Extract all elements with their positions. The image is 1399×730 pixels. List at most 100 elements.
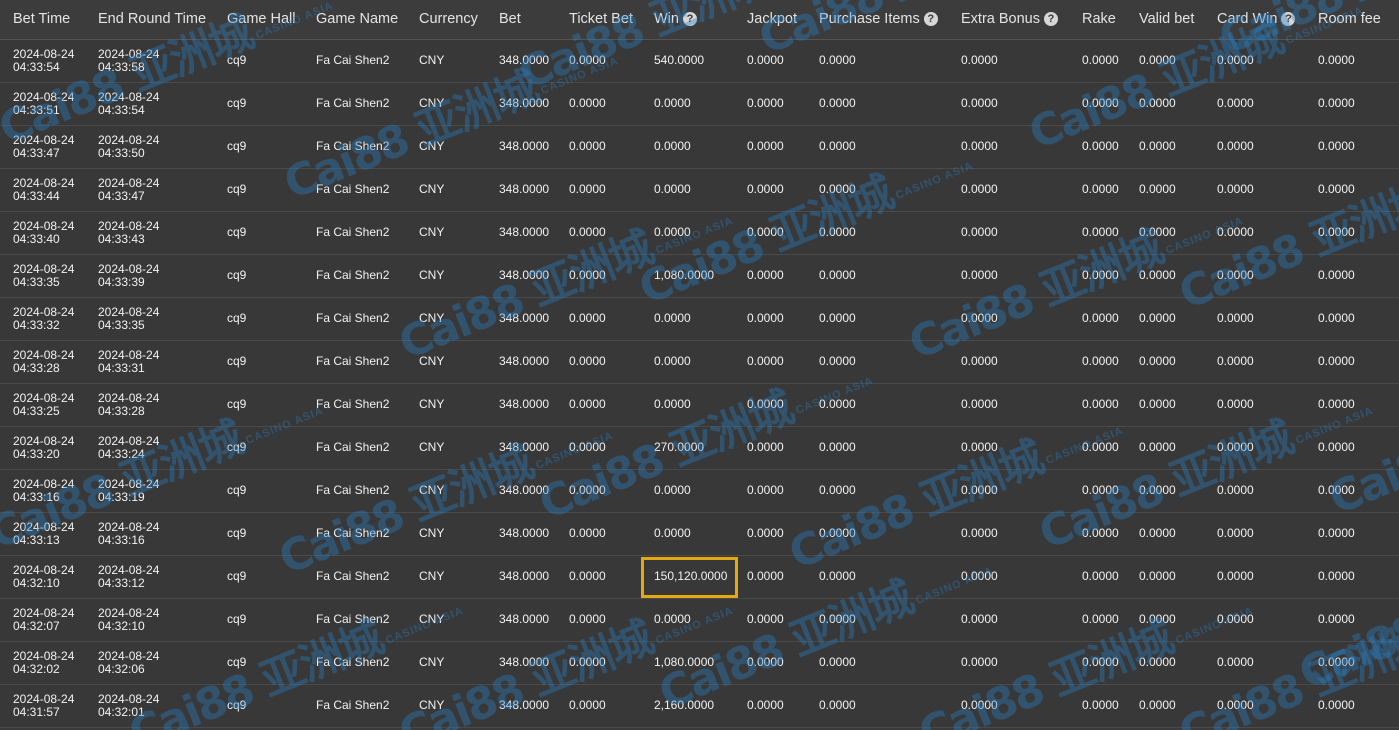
ticket-bet-cell: 0.0000 bbox=[556, 125, 641, 169]
room-fee-cell: 0.0000 bbox=[1305, 469, 1399, 513]
table-row[interactable]: 2024-08-24 04:33:47 2024-08-24 04:33:50 cq9 F… bbox=[0, 125, 1399, 169]
room-fee-cell: 0.0000 bbox=[1305, 555, 1399, 599]
ticket-bet-cell: 0.0000 bbox=[556, 297, 641, 341]
win-value: 150,120.0000 bbox=[654, 569, 728, 583]
table-row[interactable]: 2024-08-24 04:33:28 2024-08-24 04:33:31 cq9 F… bbox=[0, 340, 1399, 384]
date-text: 2024-08-24 bbox=[98, 89, 160, 104]
purchase-items-cell: 0.0000 bbox=[806, 598, 948, 642]
purchase-items-cell: 0.0000 bbox=[806, 82, 948, 126]
table-row[interactable]: 2024-08-24 04:33:40 2024-08-24 04:33:43 cq9 F… bbox=[0, 211, 1399, 255]
header-row: Bet Time End Round Time Game Hall Game Name… bbox=[0, 0, 1399, 40]
extra-bonus-cell: 0.0000 bbox=[948, 340, 1069, 384]
rake-cell: 0.0000 bbox=[1069, 211, 1126, 255]
win-cell: 540.0000 bbox=[641, 39, 734, 83]
table-row[interactable]: 2024-08-24 04:32:10 2024-08-24 04:33:12 cq9 F… bbox=[0, 555, 1399, 599]
card-win-cell: 0.0000 bbox=[1204, 426, 1305, 470]
column-header-game-hall[interactable]: Game Hall bbox=[214, 0, 303, 40]
table-row[interactable]: 2024-08-24 04:33:16 2024-08-24 04:33:19 cq9 F… bbox=[0, 469, 1399, 513]
column-header-win[interactable]: Win? bbox=[641, 0, 734, 40]
date-text: 2024-08-24 bbox=[98, 347, 160, 362]
bet-time-cell: 2024-08-24 04:33:20 bbox=[0, 426, 85, 470]
column-header-label: Bet bbox=[499, 11, 521, 28]
win-cell: 2,160.0000 bbox=[641, 684, 734, 728]
game-hall-cell: cq9 bbox=[214, 39, 303, 83]
column-header-bet[interactable]: Bet bbox=[486, 0, 556, 40]
column-header-valid-bet[interactable]: Valid bet bbox=[1126, 0, 1204, 40]
currency-cell: CNY bbox=[406, 555, 486, 599]
jackpot-cell: 0.0000 bbox=[734, 383, 806, 427]
rake-cell: 0.0000 bbox=[1069, 684, 1126, 728]
table-row[interactable]: 2024-08-24 04:31:57 2024-08-24 04:32:01 cq9 F… bbox=[0, 684, 1399, 728]
column-header-end-round-time[interactable]: End Round Time bbox=[85, 0, 214, 40]
room-fee-cell: 0.0000 bbox=[1305, 641, 1399, 685]
help-icon[interactable]: ? bbox=[1281, 12, 1296, 27]
column-header-label: Bet Time bbox=[13, 11, 71, 28]
column-header-label: Win bbox=[654, 11, 679, 28]
help-icon[interactable]: ? bbox=[1044, 12, 1058, 27]
rake-cell: 0.0000 bbox=[1069, 254, 1126, 298]
column-header-card-win[interactable]: Card Win? bbox=[1204, 0, 1305, 40]
column-header-room-fee[interactable]: Room fee bbox=[1305, 0, 1399, 40]
table-row[interactable]: 2024-08-24 04:33:20 2024-08-24 04:33:24 cq9 F… bbox=[0, 426, 1399, 470]
time-text: 04:33:16 bbox=[98, 532, 145, 547]
column-header-purchase-items[interactable]: Purchase Items? bbox=[806, 0, 948, 40]
bet-time-cell: 2024-08-24 04:33:16 bbox=[0, 469, 85, 513]
date-text: 2024-08-24 bbox=[98, 304, 160, 319]
end-round-time-cell: 2024-08-24 04:33:54 bbox=[85, 82, 214, 126]
win-cell: 1,080.0000 bbox=[641, 254, 734, 298]
table-row[interactable]: 2024-08-24 04:33:51 2024-08-24 04:33:54 cq9 F… bbox=[0, 82, 1399, 126]
date-text: 2024-08-24 bbox=[98, 390, 160, 405]
time-text: 04:33:31 bbox=[98, 360, 145, 375]
table-row[interactable]: 2024-08-24 04:33:32 2024-08-24 04:33:35 cq9 F… bbox=[0, 297, 1399, 341]
valid-bet-cell: 0.0000 bbox=[1126, 39, 1204, 83]
win-cell: 0.0000 bbox=[641, 383, 734, 427]
valid-bet-cell: 0.0000 bbox=[1126, 684, 1204, 728]
currency-cell: CNY bbox=[406, 254, 486, 298]
column-header-extra-bonus[interactable]: Extra Bonus? bbox=[948, 0, 1069, 40]
bet-cell: 348.0000 bbox=[486, 168, 556, 212]
column-header-currency[interactable]: Currency bbox=[406, 0, 486, 40]
jackpot-cell: 0.0000 bbox=[734, 125, 806, 169]
game-hall-cell: cq9 bbox=[214, 684, 303, 728]
time-text: 04:32:10 bbox=[98, 618, 145, 633]
table-row[interactable]: 2024-08-24 04:33:35 2024-08-24 04:33:39 cq9 F… bbox=[0, 254, 1399, 298]
jackpot-cell: 0.0000 bbox=[734, 340, 806, 384]
column-header-ticket-bet[interactable]: Ticket Bet bbox=[556, 0, 641, 40]
time-text: 04:33:39 bbox=[98, 274, 145, 289]
table-row[interactable]: 2024-08-24 04:32:07 2024-08-24 04:32:10 cq9 F… bbox=[0, 598, 1399, 642]
card-win-cell: 0.0000 bbox=[1204, 340, 1305, 384]
end-round-time-cell: 2024-08-24 04:33:12 bbox=[85, 555, 214, 599]
column-header-bet-time[interactable]: Bet Time bbox=[0, 0, 85, 40]
game-name-cell: Fa Cai Shen2 bbox=[303, 125, 406, 169]
purchase-items-cell: 0.0000 bbox=[806, 383, 948, 427]
table-row[interactable]: 2024-08-24 04:33:44 2024-08-24 04:33:47 cq9 F… bbox=[0, 168, 1399, 212]
rake-cell: 0.0000 bbox=[1069, 598, 1126, 642]
column-header-label: Card Win bbox=[1217, 11, 1278, 28]
table-row[interactable]: 2024-08-24 04:33:54 2024-08-24 04:33:58 cq9 F… bbox=[0, 39, 1399, 83]
bet-cell: 348.0000 bbox=[486, 684, 556, 728]
extra-bonus-cell: 0.0000 bbox=[948, 297, 1069, 341]
help-icon[interactable]: ? bbox=[682, 12, 697, 27]
win-cell: 0.0000 bbox=[641, 512, 734, 556]
table-row[interactable]: 2024-08-24 04:33:25 2024-08-24 04:33:28 cq9 F… bbox=[0, 383, 1399, 427]
table-row[interactable]: 2024-08-24 04:32:02 2024-08-24 04:32:06 cq9 F… bbox=[0, 641, 1399, 685]
win-cell: 0.0000 bbox=[641, 82, 734, 126]
highlighted-win-wrap: 150,120.0000 bbox=[654, 570, 727, 583]
rake-cell: 0.0000 bbox=[1069, 641, 1126, 685]
date-text: 2024-08-24 bbox=[98, 562, 160, 577]
currency-cell: CNY bbox=[406, 641, 486, 685]
column-header-game-name[interactable]: Game Name bbox=[303, 0, 406, 40]
table-row[interactable]: 2024-08-24 04:33:13 2024-08-24 04:33:16 cq9 F… bbox=[0, 512, 1399, 556]
date-text: 2024-08-24 bbox=[98, 476, 160, 491]
column-header-jackpot[interactable]: Jackpot bbox=[734, 0, 806, 40]
bet-cell: 348.0000 bbox=[486, 641, 556, 685]
rake-cell: 0.0000 bbox=[1069, 168, 1126, 212]
column-header-rake[interactable]: Rake bbox=[1069, 0, 1126, 40]
purchase-items-cell: 0.0000 bbox=[806, 555, 948, 599]
purchase-items-cell: 0.0000 bbox=[806, 254, 948, 298]
game-hall-cell: cq9 bbox=[214, 254, 303, 298]
purchase-items-cell: 0.0000 bbox=[806, 297, 948, 341]
end-round-time-cell: 2024-08-24 04:33:16 bbox=[85, 512, 214, 556]
help-icon[interactable]: ? bbox=[923, 12, 938, 27]
jackpot-cell: 0.0000 bbox=[734, 512, 806, 556]
